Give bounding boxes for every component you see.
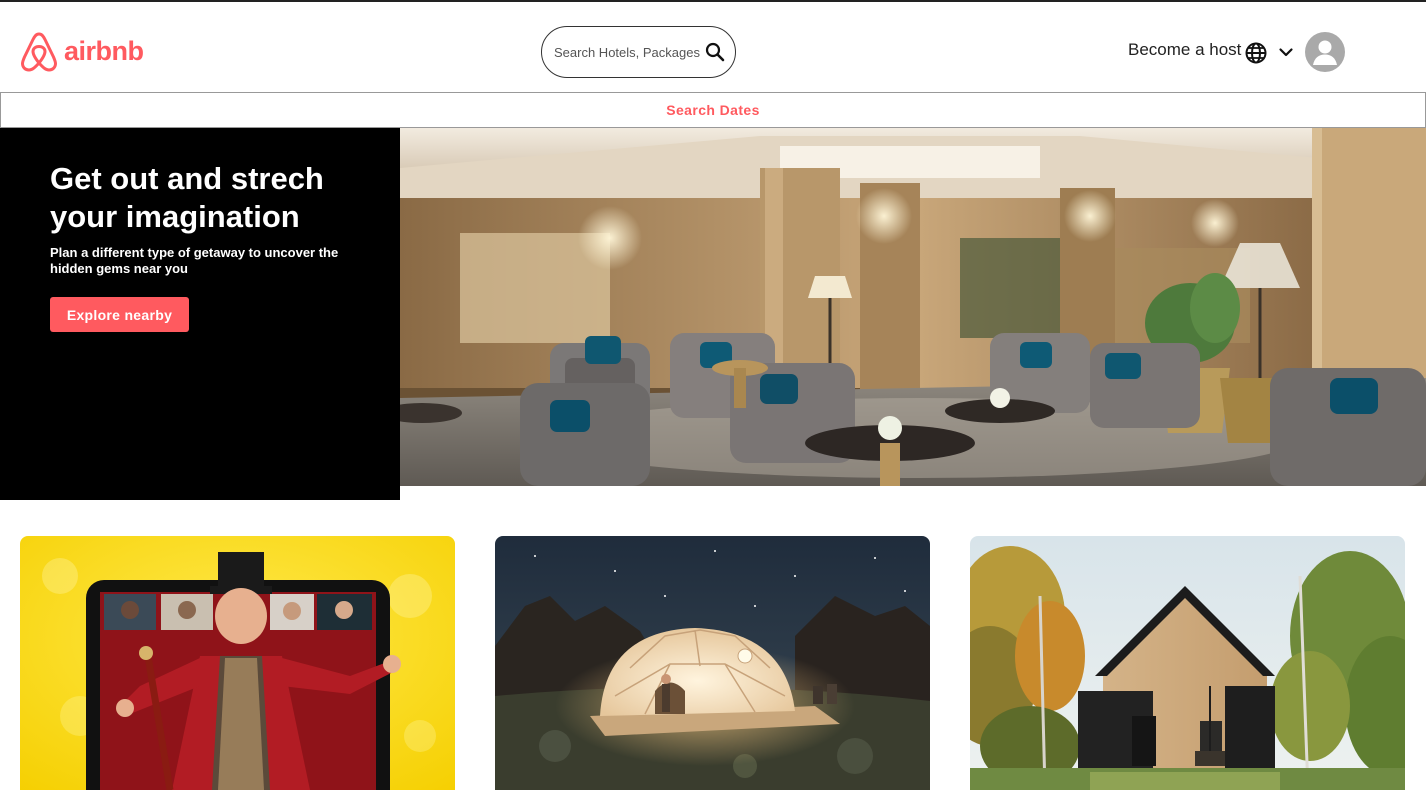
cabin-image <box>970 536 1405 790</box>
search-bar <box>541 26 736 78</box>
experience-card-cabin[interactable] <box>970 536 1405 790</box>
experience-card-online[interactable] <box>20 536 455 790</box>
brand-name: airbnb <box>64 35 144 66</box>
hero-image-hotel-lobby <box>400 128 1426 486</box>
search-icon <box>705 42 724 62</box>
airbnb-logo-icon <box>21 32 57 72</box>
dome-tent-image <box>495 536 930 790</box>
search-input[interactable] <box>554 44 700 60</box>
page: airbnb Become a host <box>0 0 1426 790</box>
user-avatar-icon <box>1313 40 1337 65</box>
become-host-link[interactable]: Become a host <box>1128 40 1241 60</box>
search-dates-label: Search Dates <box>666 102 760 118</box>
hero-subtitle: Plan a different type of getaway to unco… <box>50 245 339 276</box>
experience-card-dome[interactable] <box>495 536 930 790</box>
airbnb-logo[interactable]: airbnb <box>20 30 144 72</box>
online-experience-image <box>20 536 455 790</box>
chevron-down-icon[interactable] <box>1277 43 1295 61</box>
user-avatar[interactable] <box>1305 32 1345 72</box>
hero-title: Get out and strech your imagination <box>50 161 324 234</box>
explore-nearby-button[interactable]: Explore nearby <box>50 297 189 332</box>
header: airbnb Become a host <box>0 2 1426 92</box>
globe-icon[interactable] <box>1244 41 1268 65</box>
search-dates-button[interactable]: Search Dates <box>0 92 1426 128</box>
search-button[interactable] <box>704 40 725 64</box>
